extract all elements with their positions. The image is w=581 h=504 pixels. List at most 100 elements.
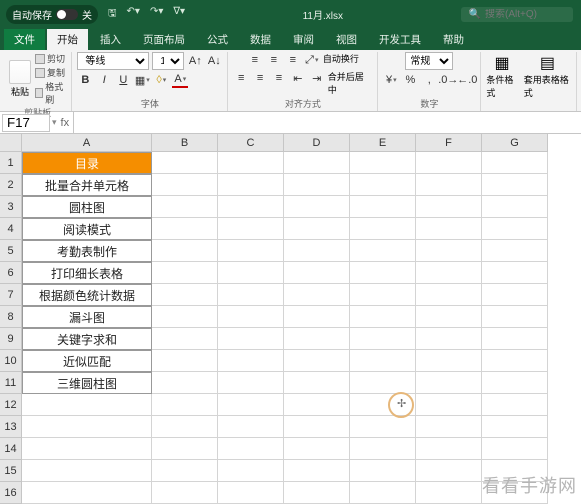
row-header[interactable]: 8: [0, 306, 22, 328]
cell[interactable]: [284, 438, 350, 460]
cell[interactable]: [350, 460, 416, 482]
cell[interactable]: [218, 460, 284, 482]
border-button[interactable]: ▦: [134, 72, 150, 88]
save-icon[interactable]: 🖫: [108, 6, 117, 23]
cell[interactable]: [350, 152, 416, 174]
align-bottom-icon[interactable]: ≡: [285, 52, 301, 68]
cell[interactable]: 漏斗图: [22, 306, 152, 328]
cell[interactable]: [152, 438, 218, 460]
fx-icon[interactable]: fx: [57, 117, 74, 129]
cell[interactable]: 打印细长表格: [22, 262, 152, 284]
cell[interactable]: [284, 196, 350, 218]
cell[interactable]: [416, 240, 482, 262]
cell[interactable]: [482, 174, 548, 196]
cell[interactable]: [416, 482, 482, 504]
select-all-corner[interactable]: [0, 134, 22, 152]
formatpainter-button[interactable]: 格式刷: [35, 80, 66, 106]
tab-insert[interactable]: 插入: [90, 29, 131, 50]
cell[interactable]: [218, 306, 284, 328]
cell[interactable]: [152, 174, 218, 196]
row-header[interactable]: 13: [0, 416, 22, 438]
cell[interactable]: [350, 196, 416, 218]
number-format-select[interactable]: 常规: [405, 52, 453, 70]
col-header-e[interactable]: E: [350, 134, 416, 152]
cell[interactable]: [482, 416, 548, 438]
cell[interactable]: 三维圆柱图: [22, 372, 152, 394]
cell[interactable]: [482, 350, 548, 372]
row-header[interactable]: 1: [0, 152, 22, 174]
tab-review[interactable]: 审阅: [283, 29, 324, 50]
bold-button[interactable]: B: [77, 72, 93, 88]
cell[interactable]: [218, 196, 284, 218]
cell[interactable]: [416, 394, 482, 416]
cell[interactable]: [152, 196, 218, 218]
cell[interactable]: [482, 196, 548, 218]
font-name-select[interactable]: 等线: [77, 52, 149, 70]
cell[interactable]: [284, 240, 350, 262]
cell[interactable]: [152, 482, 218, 504]
decrease-decimal-icon[interactable]: ←.0: [459, 72, 475, 88]
cell[interactable]: [284, 284, 350, 306]
fill-color-button[interactable]: ◊: [153, 72, 169, 88]
cell[interactable]: [218, 152, 284, 174]
search-box[interactable]: 🔍: [461, 7, 573, 22]
row-header[interactable]: 9: [0, 328, 22, 350]
cell[interactable]: [416, 152, 482, 174]
orientation-icon[interactable]: ⤢: [304, 52, 320, 68]
copy-button[interactable]: 复制: [35, 66, 66, 79]
cell[interactable]: 根据颜色统计数据: [22, 284, 152, 306]
col-header-c[interactable]: C: [218, 134, 284, 152]
cell[interactable]: [152, 350, 218, 372]
cell[interactable]: [218, 482, 284, 504]
comma-icon[interactable]: ,: [421, 72, 437, 88]
align-center-icon[interactable]: ≡: [252, 70, 268, 86]
cell[interactable]: [284, 394, 350, 416]
row-header[interactable]: 14: [0, 438, 22, 460]
cell[interactable]: [284, 416, 350, 438]
cell[interactable]: [152, 152, 218, 174]
cell[interactable]: [350, 262, 416, 284]
col-header-d[interactable]: D: [284, 134, 350, 152]
cell[interactable]: [350, 328, 416, 350]
cell[interactable]: [416, 416, 482, 438]
decrease-font-icon[interactable]: A↓: [206, 53, 222, 69]
cell[interactable]: [218, 394, 284, 416]
indent-decrease-icon[interactable]: ⇤: [290, 70, 306, 86]
cell[interactable]: [284, 372, 350, 394]
cell[interactable]: 批量合并单元格: [22, 174, 152, 196]
increase-font-icon[interactable]: A↑: [187, 53, 203, 69]
cells-area[interactable]: 目录批量合并单元格圆柱图阅读模式考勤表制作打印细长表格根据颜色统计数据漏斗图关键…: [22, 152, 548, 504]
cell[interactable]: [482, 152, 548, 174]
cell[interactable]: [218, 284, 284, 306]
cell[interactable]: [350, 350, 416, 372]
cell[interactable]: [350, 284, 416, 306]
cell[interactable]: [482, 306, 548, 328]
tab-help[interactable]: 帮助: [433, 29, 474, 50]
cell[interactable]: [482, 328, 548, 350]
undo-icon[interactable]: ↶▾: [127, 6, 140, 23]
cell[interactable]: [416, 262, 482, 284]
align-middle-icon[interactable]: ≡: [266, 52, 282, 68]
cell[interactable]: [22, 482, 152, 504]
cell[interactable]: [152, 284, 218, 306]
cell[interactable]: [416, 438, 482, 460]
row-header[interactable]: 6: [0, 262, 22, 284]
tab-file[interactable]: 文件: [4, 29, 45, 50]
cell[interactable]: [152, 306, 218, 328]
col-header-b[interactable]: B: [152, 134, 218, 152]
row-header[interactable]: 4: [0, 218, 22, 240]
cell[interactable]: [284, 306, 350, 328]
cell[interactable]: [218, 262, 284, 284]
cell[interactable]: [218, 240, 284, 262]
name-box[interactable]: [2, 114, 50, 132]
cell[interactable]: [416, 350, 482, 372]
cell[interactable]: [22, 460, 152, 482]
cell[interactable]: [350, 482, 416, 504]
cell[interactable]: 近似匹配: [22, 350, 152, 372]
cell[interactable]: [416, 372, 482, 394]
cell[interactable]: [218, 416, 284, 438]
row-header[interactable]: 2: [0, 174, 22, 196]
cell[interactable]: [350, 174, 416, 196]
increase-decimal-icon[interactable]: .0→: [440, 72, 456, 88]
cell[interactable]: [350, 372, 416, 394]
